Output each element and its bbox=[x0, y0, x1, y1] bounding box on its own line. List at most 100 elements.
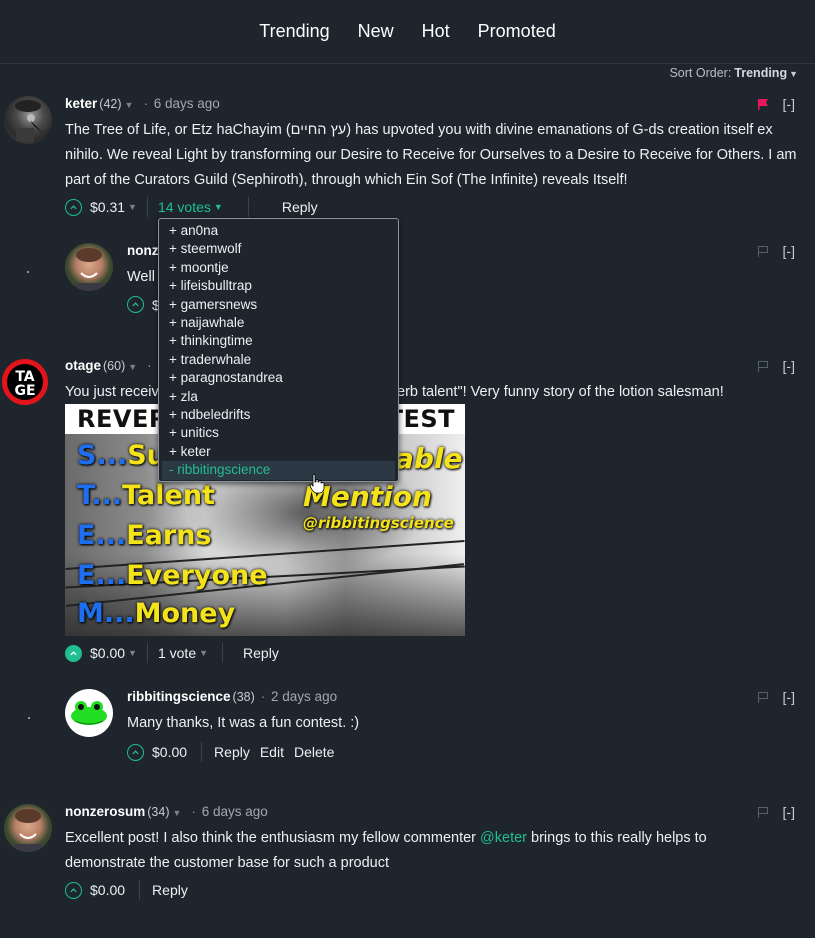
row-letter: T... bbox=[77, 480, 123, 511]
row-word: Everyone bbox=[126, 560, 268, 591]
comment-body-start: You just receiv bbox=[65, 384, 159, 400]
voter-item[interactable]: + lifeisbulltrap bbox=[159, 277, 398, 295]
upvote-button[interactable] bbox=[65, 881, 82, 899]
author-dropdown-icon[interactable]: ▼ bbox=[128, 362, 137, 372]
row-letter: S... bbox=[77, 440, 128, 471]
voter-item[interactable]: + steemwolf bbox=[159, 240, 398, 258]
tab-promoted[interactable]: Promoted bbox=[464, 21, 570, 42]
collapse-button[interactable]: [-] bbox=[783, 243, 795, 259]
image-row-e2: E...Everyone bbox=[77, 560, 268, 591]
divider bbox=[146, 197, 148, 217]
voter-item[interactable]: + naijawhale bbox=[159, 314, 398, 332]
timestamp[interactable]: 6 days ago bbox=[154, 96, 220, 111]
comment-body: The Tree of Life, or Etz haChayim (עץ הח… bbox=[65, 122, 797, 188]
votes-caret-icon[interactable]: ▼ bbox=[199, 648, 208, 658]
votes-dropdown[interactable]: 1 vote bbox=[158, 645, 196, 661]
payout-amount[interactable]: $0.00 bbox=[152, 744, 187, 760]
thread-dot bbox=[27, 271, 29, 273]
sort-order: Sort Order: Trending ▼ bbox=[669, 66, 798, 80]
author-name[interactable]: nonz bbox=[127, 243, 159, 258]
flag-icon[interactable] bbox=[757, 691, 769, 703]
hand-pointer-cursor-icon bbox=[309, 474, 325, 499]
divider bbox=[222, 643, 224, 663]
comment-header: nonzerosum (34) ▼ · 6 days ago bbox=[65, 804, 268, 819]
author-name[interactable]: nonzerosum bbox=[65, 804, 145, 819]
sort-order-label: Sort Order: bbox=[669, 66, 732, 80]
row-word: Money bbox=[134, 598, 236, 629]
avatar-ribbitingscience[interactable] bbox=[65, 689, 113, 737]
reply-button[interactable]: Reply bbox=[243, 645, 279, 661]
voter-item[interactable]: + keter bbox=[159, 443, 398, 461]
row-letter: E... bbox=[77, 560, 127, 591]
author-name[interactable]: ribbitingscience bbox=[127, 689, 231, 704]
tab-new[interactable]: New bbox=[344, 21, 408, 42]
separator-dot: · bbox=[147, 358, 152, 373]
payout-amount[interactable]: $0.31 bbox=[90, 199, 125, 215]
frog-avatar-image bbox=[71, 701, 107, 725]
reply-button[interactable]: Reply bbox=[214, 744, 250, 760]
flag-icon[interactable] bbox=[757, 245, 769, 257]
comment-controls: [-] bbox=[757, 358, 795, 374]
chevron-up-icon bbox=[70, 887, 77, 892]
collapse-button[interactable]: [-] bbox=[783, 96, 795, 112]
upvote-button[interactable] bbox=[65, 198, 82, 216]
collapse-button[interactable]: [-] bbox=[783, 358, 795, 374]
comment-body: Well bbox=[127, 269, 155, 285]
edit-button[interactable]: Edit bbox=[260, 744, 284, 760]
votes-dropdown[interactable]: 14 votes bbox=[158, 199, 211, 215]
author-name[interactable]: otage bbox=[65, 358, 101, 373]
upvote-button[interactable] bbox=[127, 296, 144, 313]
author-dropdown-icon[interactable]: ▼ bbox=[173, 808, 182, 818]
divider bbox=[201, 742, 203, 762]
avatar-nonz[interactable] bbox=[65, 243, 113, 291]
avatar-nonzerosum[interactable] bbox=[4, 804, 52, 852]
payout-dropdown-icon[interactable]: ▼ bbox=[128, 648, 137, 658]
voter-item[interactable]: + moontje bbox=[159, 259, 398, 277]
voter-item[interactable]: + an0na bbox=[159, 222, 398, 240]
collapse-button[interactable]: [-] bbox=[783, 689, 795, 705]
author-name[interactable]: keter bbox=[65, 96, 97, 111]
payout-dropdown-icon[interactable]: ▼ bbox=[128, 202, 137, 212]
voter-item-hovered[interactable]: - ribbitingscience bbox=[162, 461, 395, 480]
image-row-s: S...Su bbox=[77, 440, 166, 471]
person-avatar-image bbox=[75, 248, 103, 291]
collapse-button[interactable]: [-] bbox=[783, 804, 795, 820]
tab-trending[interactable]: Trending bbox=[245, 21, 343, 42]
avatar-keter[interactable] bbox=[4, 96, 52, 144]
voter-item[interactable]: + traderwhale bbox=[159, 351, 398, 369]
flag-icon[interactable] bbox=[757, 360, 769, 372]
voter-item[interactable]: + thinkingtime bbox=[159, 332, 398, 350]
chevron-up-icon bbox=[132, 302, 139, 307]
comment-header: nonz bbox=[127, 243, 159, 258]
voter-item[interactable]: + paragnostandrea bbox=[159, 369, 398, 387]
voter-item[interactable]: + zla bbox=[159, 388, 398, 406]
flag-icon[interactable] bbox=[757, 98, 769, 110]
caret-down-icon[interactable]: ▼ bbox=[789, 69, 798, 79]
delete-button[interactable]: Delete bbox=[294, 744, 334, 760]
timestamp[interactable]: 6 days ago bbox=[202, 804, 268, 819]
sort-order-select[interactable]: Trending bbox=[734, 66, 787, 80]
divider bbox=[247, 197, 249, 217]
upvote-button-active[interactable] bbox=[65, 644, 82, 662]
timestamp[interactable]: 2 days ago bbox=[271, 689, 337, 704]
payout-amount[interactable]: $0.00 bbox=[90, 645, 125, 661]
voter-item[interactable]: + gamersnews bbox=[159, 296, 398, 314]
author-dropdown-icon[interactable]: ▼ bbox=[125, 100, 134, 110]
tage-logo-image: TAGE bbox=[14, 369, 35, 399]
avatar-otage[interactable]: TA GE bbox=[2, 359, 48, 405]
reply-button[interactable]: Reply bbox=[282, 199, 318, 215]
tab-hot[interactable]: Hot bbox=[408, 21, 464, 42]
reply-button[interactable]: Reply bbox=[152, 882, 188, 898]
mention-link[interactable]: @keter bbox=[480, 830, 527, 846]
comment-controls: [-] bbox=[757, 689, 795, 705]
upvote-button[interactable] bbox=[127, 743, 144, 761]
payout-amount[interactable]: $0.00 bbox=[90, 882, 125, 898]
divider bbox=[146, 643, 148, 663]
votes-caret-icon[interactable]: ▼ bbox=[214, 202, 223, 212]
separator-dot: · bbox=[143, 96, 148, 111]
flag-icon[interactable] bbox=[757, 806, 769, 818]
voter-item[interactable]: + ndbeledrifts bbox=[159, 406, 398, 424]
image-row-m: M...Money bbox=[77, 598, 235, 629]
voter-item[interactable]: + unitics bbox=[159, 424, 398, 442]
comment-header: keter (42) ▼ · 6 days ago bbox=[65, 96, 220, 111]
